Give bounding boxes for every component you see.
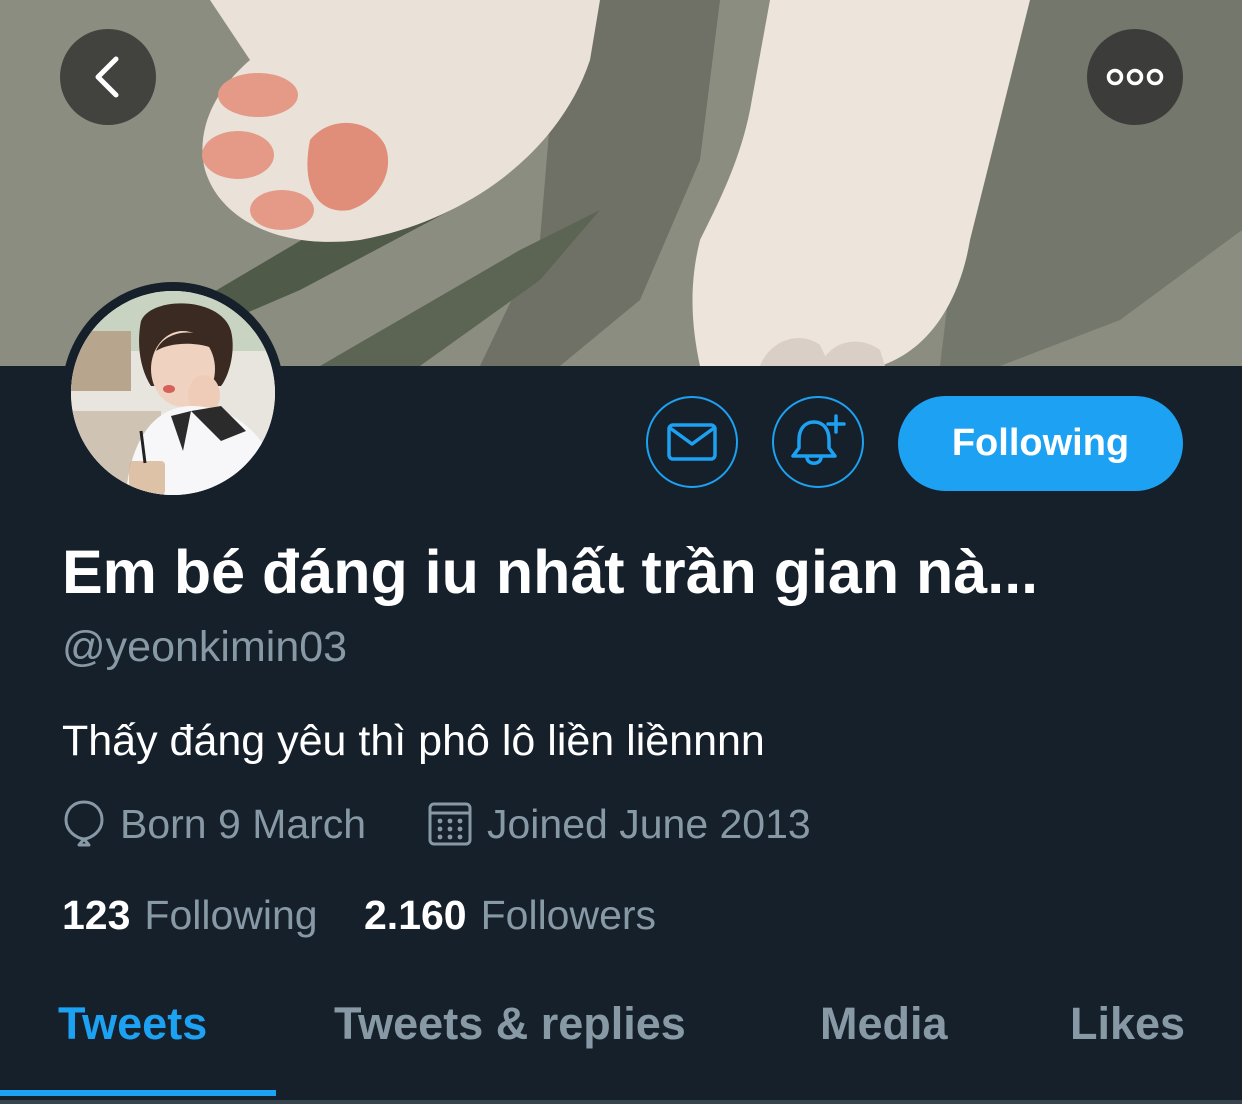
profile-tabs: Tweets Tweets & replies Media Likes <box>0 980 1242 1096</box>
joined-text: Joined June 2013 <box>487 800 811 847</box>
birthday-info: Born 9 March <box>62 797 366 851</box>
following-label: Following <box>144 891 318 938</box>
display-name: Em bé đáng iu nhất trần gian nà... <box>62 538 1039 606</box>
followers-count: 2.160 <box>364 891 467 938</box>
following-count-link[interactable]: 123 Following <box>62 888 318 942</box>
notifications-button[interactable] <box>772 396 864 488</box>
bio: Thấy đáng yêu thì phô lô liền liềnnnn <box>62 717 765 765</box>
followers-count-link[interactable]: 2.160 Followers <box>364 888 656 942</box>
balloon-icon <box>64 800 104 847</box>
birthday-text: Born 9 March <box>120 800 367 847</box>
avatar[interactable] <box>71 291 275 495</box>
more-options-button[interactable] <box>1087 29 1183 125</box>
tab-tweets[interactable]: Tweets <box>58 998 207 1050</box>
mail-icon <box>667 423 717 461</box>
tabs-divider <box>0 1100 1242 1104</box>
followers-label: Followers <box>480 891 657 938</box>
bell-plus-icon <box>791 414 846 465</box>
more-horizontal-icon <box>1106 68 1164 86</box>
active-tab-indicator <box>0 1090 276 1096</box>
tab-media[interactable]: Media <box>820 998 948 1050</box>
avatar-border <box>62 282 284 504</box>
tab-likes[interactable]: Likes <box>1070 998 1185 1050</box>
message-button[interactable] <box>646 396 738 488</box>
user-handle: @yeonkimin03 <box>62 623 348 671</box>
tab-tweets-replies[interactable]: Tweets & replies <box>334 998 686 1050</box>
calendar-icon <box>428 802 472 846</box>
back-button[interactable] <box>60 29 156 125</box>
following-count: 123 <box>62 891 131 938</box>
following-button[interactable]: Following <box>898 396 1183 491</box>
joined-info: Joined June 2013 <box>427 797 811 851</box>
chevron-left-icon <box>95 56 119 98</box>
